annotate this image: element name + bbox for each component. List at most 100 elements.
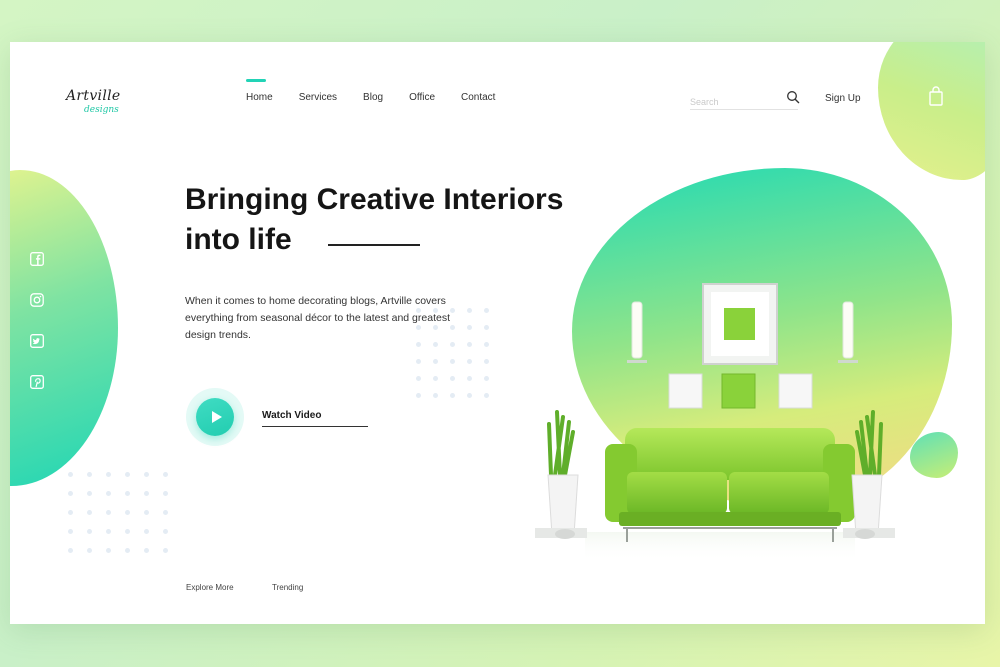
pinterest-icon[interactable] [30,375,44,389]
decorative-dot [433,325,438,330]
decorative-dot [87,491,92,496]
play-icon [211,411,222,423]
decorative-blob-top-right [878,42,985,180]
decorative-dot [484,325,489,330]
decorative-dot [68,491,73,496]
decorative-dot [433,342,438,347]
decorative-dot-grid [68,472,168,553]
search-input[interactable] [690,95,770,109]
decorative-dot-grid [416,308,489,398]
nav-item-office[interactable]: Office [409,92,435,103]
brand-tagline: designs [84,105,119,115]
decorative-dot [433,376,438,381]
decorative-dot [87,510,92,515]
decorative-dot [163,491,168,496]
decorative-dot [416,308,421,313]
instagram-icon[interactable] [30,293,44,307]
decorative-dot [87,529,92,534]
facebook-icon[interactable] [30,252,44,266]
headline-underline-divider [328,244,420,246]
decorative-dot [433,308,438,313]
decorative-dot [144,510,149,515]
decorative-dot [125,472,130,477]
decorative-dot [144,548,149,553]
decorative-dot [106,529,111,534]
decorative-dot [106,472,111,477]
nav-item-home[interactable]: Home [246,79,273,103]
framed-picture-small-left [668,373,703,409]
play-video-button[interactable] [196,398,234,436]
twitter-icon[interactable] [30,334,44,348]
decorative-dot [467,359,472,364]
brand-name: Artville [66,88,121,104]
decorative-dot [467,393,472,398]
wall-lamp-left [627,301,647,363]
decorative-dot [450,308,455,313]
decorative-dot [450,376,455,381]
hero-headline-line-1: Bringing Creative Interiors [185,183,564,216]
decorative-dot [144,529,149,534]
main-navigation: Home Services Blog Office Contact [246,79,521,103]
decorative-dot [467,376,472,381]
decorative-dot [416,359,421,364]
framed-picture-small-center [721,373,756,409]
decorative-dot [484,342,489,347]
explore-more-link[interactable]: Explore More [186,583,234,592]
decorative-dot [484,393,489,398]
decorative-dot [450,342,455,347]
decorative-dot [144,491,149,496]
search-box [690,90,800,110]
decorative-dot [416,325,421,330]
decorative-dot [163,510,168,515]
decorative-dot [87,548,92,553]
decorative-dot [450,393,455,398]
nav-item-services[interactable]: Services [299,92,337,103]
social-links [30,252,44,416]
decorative-blob-small [910,432,958,478]
decorative-dot [433,393,438,398]
watch-video-link[interactable]: Watch Video [262,410,321,421]
decorative-dot [68,529,73,534]
framed-picture-large [702,283,778,365]
floor-reflection [585,532,855,562]
decorative-dot [106,491,111,496]
decorative-dot [163,472,168,477]
nav-item-contact[interactable]: Contact [461,92,495,103]
decorative-dot [106,548,111,553]
decorative-blob-left [10,170,118,486]
play-button-halo [186,388,244,446]
decorative-dot [125,529,130,534]
decorative-dot [106,510,111,515]
decorative-dot [484,376,489,381]
decorative-dot [416,342,421,347]
decorative-dot [467,325,472,330]
decorative-dot [484,308,489,313]
potted-plant-left [535,410,587,539]
decorative-dot [163,529,168,534]
decorative-dot [484,359,489,364]
decorative-dot [125,510,130,515]
wall-lamp-right [838,301,858,363]
signup-link[interactable]: Sign Up [825,93,861,104]
decorative-dot [125,548,130,553]
green-sofa [605,428,855,542]
search-icon[interactable] [786,90,800,104]
decorative-dot [68,548,73,553]
decorative-dot [125,491,130,496]
decorative-dot [467,342,472,347]
decorative-dot [144,472,149,477]
decorative-dot [433,359,438,364]
decorative-dot [416,376,421,381]
trending-link[interactable]: Trending [272,583,303,592]
landing-page: Artville designs Home Services Blog Offi… [10,42,985,624]
decorative-dot [467,308,472,313]
interior-illustration [535,283,895,562]
decorative-dot [416,393,421,398]
decorative-dot [68,510,73,515]
brand-logo[interactable]: Artville designs [66,88,121,115]
nav-item-blog[interactable]: Blog [363,92,383,103]
decorative-dot [450,325,455,330]
decorative-dot [163,548,168,553]
shopping-bag-icon[interactable] [928,86,944,106]
decorative-dot [450,359,455,364]
